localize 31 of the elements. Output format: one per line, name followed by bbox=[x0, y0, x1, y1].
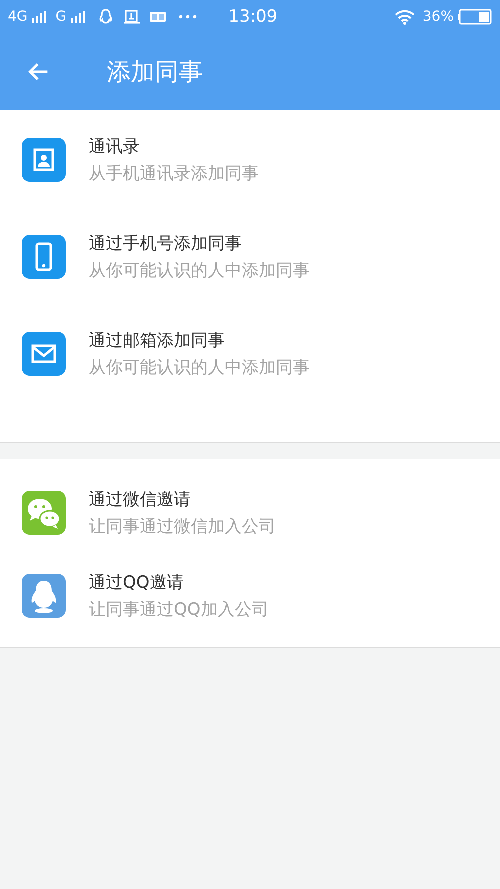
item-title: 通过QQ邀请 bbox=[89, 572, 185, 594]
battery-icon bbox=[458, 9, 492, 25]
item-subtitle: 从你可能认识的人中添加同事 bbox=[89, 260, 310, 282]
signal-icon bbox=[32, 11, 48, 23]
network-type: 4G bbox=[8, 9, 28, 25]
item-title: 通过邮箱添加同事 bbox=[89, 330, 226, 352]
item-subtitle: 从手机通讯录添加同事 bbox=[89, 162, 259, 184]
page-title: 添加同事 bbox=[107, 57, 203, 88]
list-item[interactable]: 通过邮箱添加同事 从你可能认识的人中添加同事 bbox=[0, 305, 500, 402]
signal-icon bbox=[70, 11, 87, 23]
item-subtitle: 从你可能认识的人中添加同事 bbox=[89, 356, 310, 378]
item-title: 通过微信邀请 bbox=[89, 488, 192, 510]
penguin-icon bbox=[22, 574, 66, 618]
more-icon bbox=[178, 15, 197, 19]
item-subtitle: 让同事通过QQ加入公司 bbox=[89, 598, 269, 620]
contact-card-icon bbox=[22, 138, 66, 182]
list-item[interactable]: 通讯录 从手机通讯录添加同事 bbox=[0, 111, 500, 208]
item-subtitle: 让同事通过微信加入公司 bbox=[89, 516, 276, 538]
item-title: 通过手机号添加同事 bbox=[89, 232, 243, 254]
phone-icon bbox=[22, 234, 66, 278]
clock: 13:09 bbox=[228, 7, 278, 27]
wifi-icon bbox=[394, 10, 415, 24]
item-title: 通讯录 bbox=[89, 136, 141, 158]
network-type: G bbox=[56, 9, 67, 25]
list-item[interactable]: 通过QQ邀请 让同事通过QQ加入公司 bbox=[0, 554, 500, 637]
penguin-icon bbox=[98, 9, 114, 25]
chat-bubbles-icon bbox=[22, 490, 66, 534]
battery-percent: 36% bbox=[422, 9, 454, 25]
envelope-icon bbox=[22, 332, 66, 376]
list-item[interactable]: 通过手机号添加同事 从你可能认识的人中添加同事 bbox=[0, 208, 500, 305]
list-item[interactable]: 通过微信邀请 让同事通过微信加入公司 bbox=[0, 471, 500, 554]
